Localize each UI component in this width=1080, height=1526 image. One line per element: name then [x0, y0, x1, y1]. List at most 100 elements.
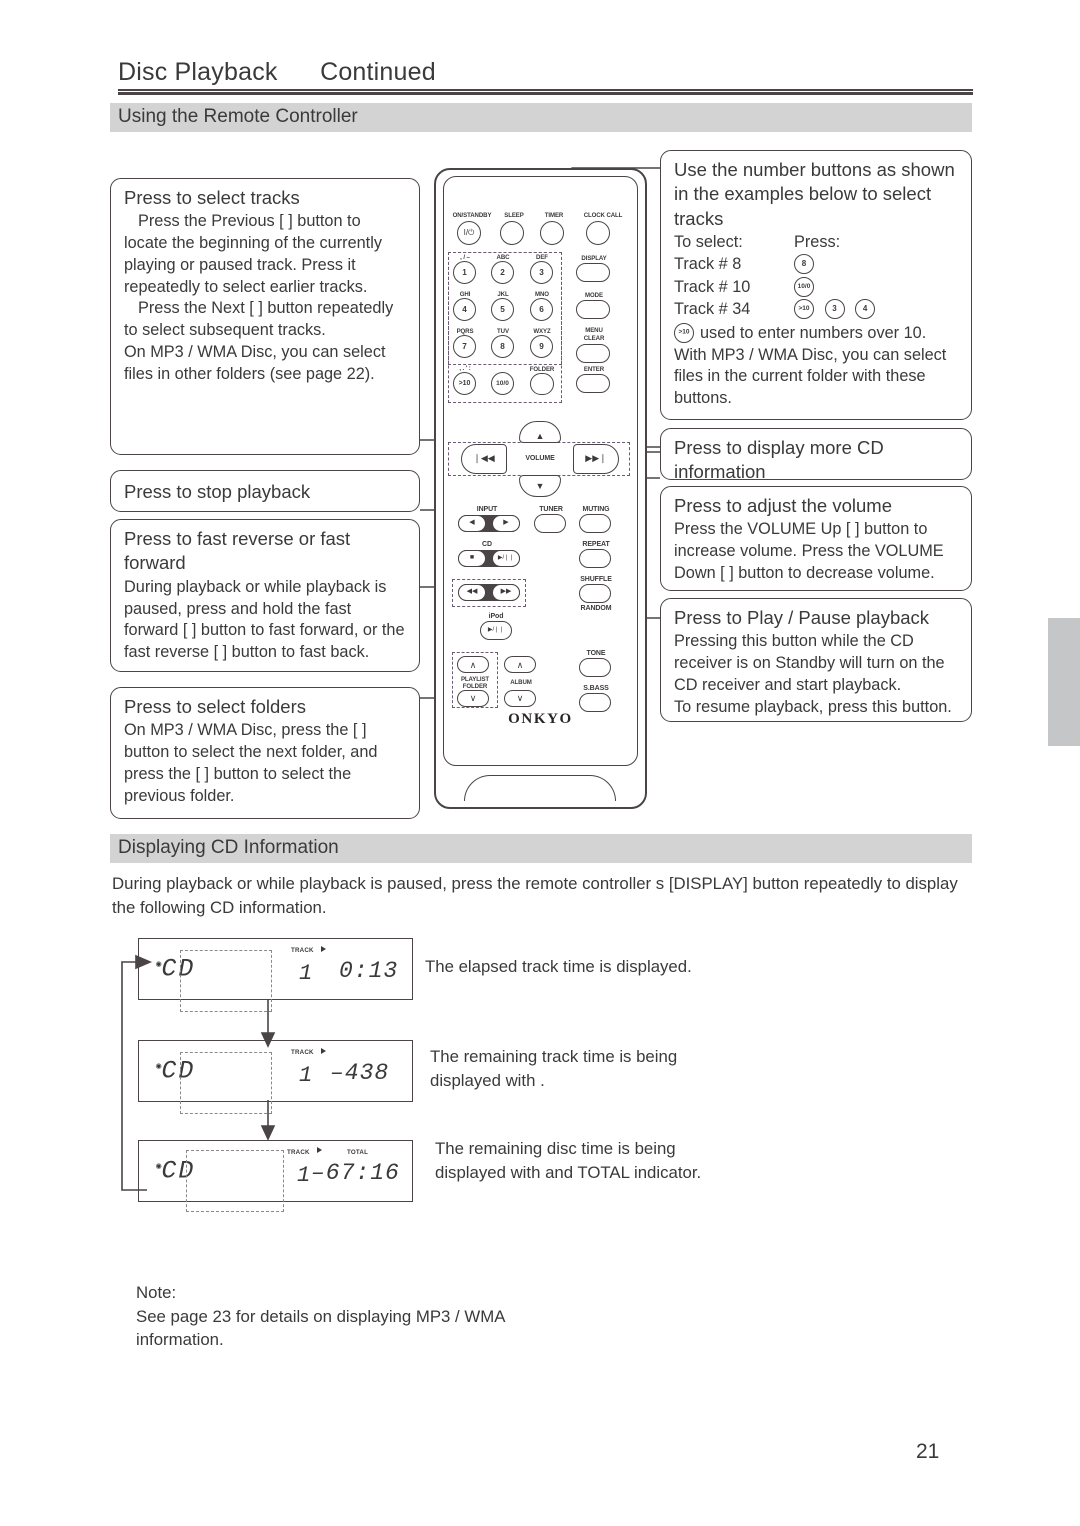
table-header-row: To select: Press: [674, 232, 958, 254]
remote-button-sleep[interactable] [500, 221, 524, 245]
chapter-side-tab [1048, 618, 1080, 746]
callout-play-pause-p2: To resume playback, press this button. [674, 697, 952, 716]
row-buttons-track10 [794, 276, 958, 299]
album-down-icon: ∨ [516, 693, 524, 703]
remote-label-cd: CD [482, 541, 492, 548]
previous-track-icon: ❘◀◀ [473, 453, 495, 463]
remote-button-tone[interactable] [579, 658, 611, 677]
callout-number-buttons-p2: With MP3 / WMA Disc, you can select file… [674, 345, 947, 408]
remote-button-enter[interactable] [576, 374, 610, 393]
remote-button-2-label: 2 [500, 268, 505, 277]
remote-button-mode[interactable] [576, 300, 610, 319]
remote-button-timer[interactable] [540, 221, 564, 245]
remote-label-display: DISPLAY [581, 255, 607, 262]
remote-button-repeat[interactable] [579, 549, 611, 568]
remote-label-key5-letters: JKL [497, 291, 509, 298]
cd-info-caption-remaining-track: The remaining track time is being displa… [430, 1047, 678, 1090]
page-number: 21 [916, 1440, 940, 1463]
callout-stop-playback: Press to stop playback [110, 470, 420, 512]
callout-display-more-info: Press to display more CD information [660, 428, 972, 482]
callout-number-buttons: Use the number buttons as shown in the e… [660, 150, 972, 420]
onkyo-logo: ONKYO [508, 711, 573, 727]
remote-controller-illustration: ON/STANDBY SLEEP TIMER CLOCK CALL I/⏻ , … [434, 155, 648, 810]
cd-info-caption-elapsed: The elapsed track time is displayed. [425, 957, 692, 976]
remote-button-over10-label: >10 [458, 380, 471, 387]
fast-reverse-icon[interactable]: ◀◀ [458, 584, 486, 601]
cd-info-intro-text: During playback or while playback is pau… [112, 874, 958, 918]
remote-label-s-bass: S.BASS [583, 685, 609, 692]
remote-label-timer: TIMER [544, 212, 564, 219]
remote-button-8-label: 8 [500, 342, 505, 351]
number-button-4-icon [855, 298, 876, 319]
row-label-track34: Track # 34 [674, 299, 751, 318]
remote-label-tuner: TUNER [539, 506, 563, 513]
remote-label-key-over10-letters: , . ' : [459, 365, 471, 372]
cd-info-caption-remaining-disc: The remaining disc time is being display… [435, 1139, 702, 1182]
page-title-continued: Continued [320, 58, 436, 86]
remote-button-s-bass[interactable] [579, 693, 611, 712]
remote-button-4-label: 4 [462, 305, 467, 314]
folder-up-icon: ∧ [469, 660, 477, 670]
number-button-examples-table: To select: Press: Track # 8 Track # 10 T… [674, 232, 958, 321]
input-left-icon[interactable]: ◀ [458, 515, 486, 532]
remote-label-menu: MENU [585, 327, 603, 334]
callout-select-tracks-p2: Press the Next [ ] button repeatedly to … [124, 299, 394, 340]
callout-select-folders-p1: On MP3 / WMA Disc, press the [ ] button … [124, 721, 378, 805]
callout-select-tracks-title: Press to select tracks [124, 187, 300, 208]
callout-fast-forward: Press to fast reverse or fast forward Du… [110, 519, 420, 672]
remote-button-9-label: 9 [539, 342, 544, 351]
remote-button-muting[interactable] [579, 514, 611, 533]
page-header: Disc Playback Continued [118, 58, 978, 87]
remote-button-input-pair[interactable]: ◀ ▶ [458, 515, 520, 532]
lcd-time-value: 0:13 [339, 958, 399, 984]
lcd-total-label: TOTAL [347, 1149, 369, 1156]
remote-button-rew-ffwd-pair[interactable]: ◀◀ ▶▶ [458, 584, 520, 601]
remote-button-clock-call[interactable] [586, 221, 610, 245]
table-row: Track # 10 [674, 276, 958, 299]
remote-label-sleep: SLEEP [504, 212, 524, 219]
callout-number-buttons-title: Use the number buttons as shown in the e… [674, 159, 955, 229]
input-right-icon[interactable]: ▶ [492, 515, 520, 532]
page-title: Disc Playback [118, 58, 278, 86]
remote-label-random: RANDOM [580, 605, 612, 612]
row-label-track10: Track # 10 [674, 277, 751, 296]
lcd-track-number: 1 [299, 961, 313, 986]
lcd-highlight-remaining-track [180, 1052, 272, 1114]
volume-down-icon: ▼ [535, 481, 545, 491]
remote-button-10-0-label: 10/0 [496, 380, 509, 387]
remote-label-key3-letters: DEF [536, 254, 548, 261]
callout-select-folders-title: Press to select folders [124, 696, 306, 717]
table-row: Track # 8 [674, 254, 958, 276]
volume-up-icon: ▲ [535, 431, 545, 441]
number-button-over10-icon [674, 322, 694, 343]
remote-button-cd-pair[interactable]: ■ ▶/❘❘ [458, 550, 520, 567]
callout-number-buttons-footnote: used to enter numbers over 10. [674, 322, 958, 345]
remote-button-7-label: 7 [462, 342, 467, 351]
note-text: See page 23 for details on displaying MP… [136, 1306, 505, 1350]
remote-button-3-label: 3 [539, 268, 544, 277]
note-label: Note: [136, 1283, 177, 1302]
remote-button-5-label: 5 [500, 305, 505, 314]
ipod-play-pause-icon: ▶/❘❘ [487, 627, 505, 633]
remote-label-clock-call: CLOCK CALL [583, 212, 623, 219]
folder-down-icon: ∨ [469, 693, 477, 703]
remote-label-folder2: FOLDER [462, 683, 488, 690]
remote-bottom-arc [464, 775, 616, 801]
stop-icon[interactable]: ■ [458, 550, 486, 567]
remote-label-key6-letters: MNO [535, 291, 549, 298]
remote-label-tone: TONE [586, 650, 606, 657]
remote-button-folder[interactable] [530, 373, 554, 395]
remote-button-tuner[interactable] [534, 514, 566, 533]
number-button-8-icon [794, 254, 814, 275]
fast-forward-icon[interactable]: ▶▶ [492, 584, 520, 601]
callout-adjust-volume-p1: Press the VOLUME Up [ ] button to increa… [674, 520, 944, 582]
remote-button-1-label: 1 [462, 268, 467, 277]
remote-label-key2-letters: ABC [496, 254, 510, 261]
remote-button-display[interactable] [576, 263, 610, 282]
table-row: Track # 34 [674, 298, 958, 321]
section-header-cd-info: Displaying CD Information [110, 834, 972, 863]
remote-button-shuffle-random[interactable] [579, 584, 611, 603]
remote-button-menu-clear[interactable] [576, 344, 610, 363]
callout-play-pause: Press to Play / Pause playback Pressing … [660, 598, 972, 722]
play-pause-icon[interactable]: ▶/❘❘ [492, 550, 520, 567]
